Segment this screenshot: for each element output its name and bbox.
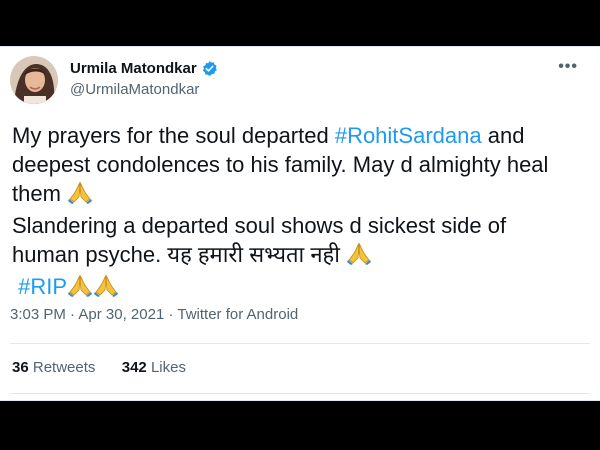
- author-handle[interactable]: @UrmilaMatondkar: [70, 81, 199, 98]
- folded-hands-icon: [67, 273, 93, 304]
- likes-label[interactable]: Likes: [151, 359, 186, 376]
- tweet-source[interactable]: Twitter for Android: [177, 306, 298, 323]
- hashtag-link[interactable]: #RIP: [18, 274, 67, 299]
- engagement-stats: 36 Retweets 342 Likes: [12, 359, 186, 376]
- hashtag-link[interactable]: #RohitSardana: [335, 123, 482, 148]
- meta-separator: ·: [65, 306, 79, 323]
- tweet-metadata: 3:03 PM · Apr 30, 2021 · Twitter for And…: [10, 306, 298, 323]
- tweet-text-segment: Slandering a departed soul shows d sicke…: [12, 213, 507, 238]
- likes-count[interactable]: 342: [122, 359, 147, 376]
- tweet-date[interactable]: Apr 30, 2021: [78, 306, 164, 323]
- tweet-text-segment: and: [481, 123, 525, 148]
- tweet-text: My prayers for the soul departed #RohitS…: [12, 121, 592, 304]
- tweet-text-segment: them: [12, 181, 68, 206]
- folded-hands-icon: [67, 180, 93, 211]
- tweet-line: them: [12, 179, 592, 211]
- author-name-row: Urmila Matondkar: [70, 60, 218, 77]
- folded-hands-icon: [93, 273, 119, 304]
- tweet-card: Urmila Matondkar @UrmilaMatondkar ••• My…: [0, 46, 600, 401]
- more-options-icon[interactable]: •••: [558, 58, 578, 76]
- tweet-text-segment: deepest condolences to his family. May d…: [12, 152, 549, 177]
- verified-badge-icon: [201, 60, 218, 77]
- avatar[interactable]: [10, 56, 58, 104]
- tweet-text-segment: My prayers for the soul departed: [12, 123, 335, 148]
- profile-photo: [10, 56, 58, 104]
- retweets-label[interactable]: Retweets: [33, 359, 96, 376]
- tweet-line: Slandering a departed soul shows d sicke…: [12, 211, 592, 240]
- tweet-time[interactable]: 3:03 PM: [10, 306, 66, 323]
- retweets-count[interactable]: 36: [12, 359, 29, 376]
- divider: [10, 343, 590, 344]
- tweet-line: #RIP: [12, 272, 592, 304]
- tweet-text-segment: human psyche. यह हमारी सभ्यता नही: [12, 242, 347, 267]
- folded-hands-icon: [346, 241, 372, 272]
- tweet-line: My prayers for the soul departed #RohitS…: [12, 121, 592, 150]
- meta-separator: ·: [164, 306, 178, 323]
- author-display-name[interactable]: Urmila Matondkar: [70, 60, 197, 77]
- divider: [10, 393, 590, 394]
- tweet-line: deepest condolences to his family. May d…: [12, 150, 592, 179]
- tweet-line: human psyche. यह हमारी सभ्यता नही: [12, 240, 592, 272]
